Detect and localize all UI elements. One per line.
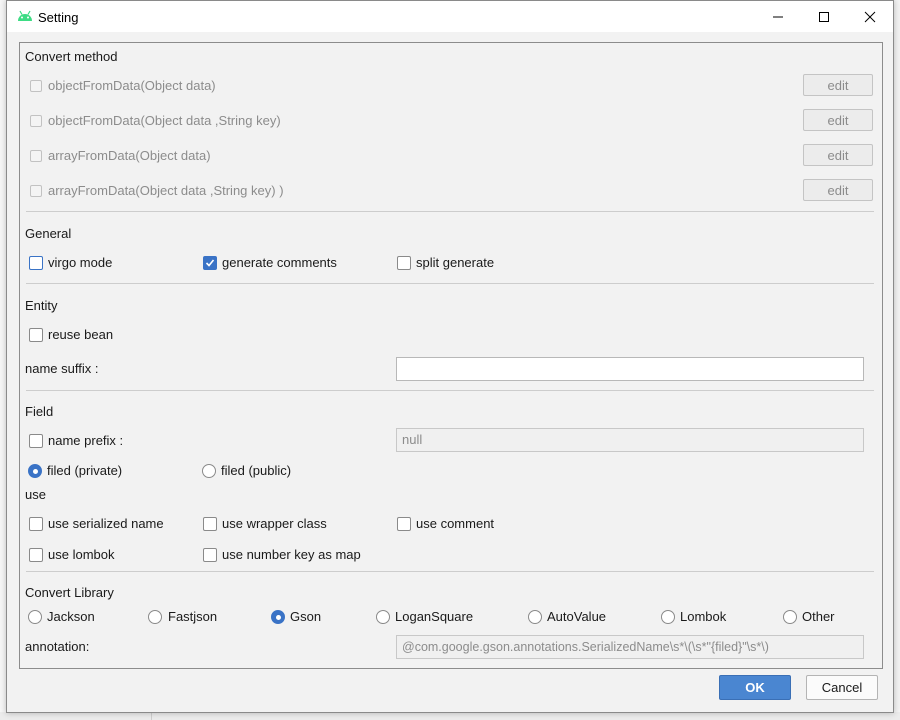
virgo-mode-checkbox[interactable] <box>29 256 43 270</box>
setting-dialog: Setting Convert method objectFromData(Ob… <box>6 0 894 713</box>
annotation-label: annotation: <box>25 639 90 654</box>
separator <box>26 211 874 212</box>
maximize-icon <box>819 11 829 22</box>
use-serialized-name-label: use serialized name <box>48 516 164 531</box>
array-from-data-checkbox[interactable] <box>30 150 42 162</box>
reuse-bean-checkbox[interactable] <box>29 328 43 342</box>
library-radio-gson[interactable] <box>271 610 285 624</box>
object-from-data-edit-button[interactable]: edit <box>803 74 873 96</box>
name-prefix-label: name prefix : <box>48 433 124 448</box>
virgo-mode-label: virgo mode <box>48 255 113 270</box>
use-number-key-as-map-checkbox[interactable] <box>203 548 217 562</box>
array-from-data-label: arrayFromData(Object data) <box>48 148 211 163</box>
generate-comments-label: generate comments <box>222 255 337 270</box>
background-divider <box>151 712 152 720</box>
field-heading: Field <box>25 404 54 419</box>
general-heading: General <box>25 226 72 241</box>
library-label-other: Other <box>802 609 835 624</box>
convert-library-heading: Convert Library <box>25 585 114 600</box>
use-serialized-name-checkbox[interactable] <box>29 517 43 531</box>
library-radio-fastjson[interactable] <box>148 610 162 624</box>
filed-private-radio[interactable] <box>28 464 42 478</box>
reuse-bean-label: reuse bean <box>48 327 114 342</box>
settings-panel: Convert method objectFromData(Object dat… <box>19 42 883 669</box>
object-from-data-label: objectFromData(Object data) <box>48 78 216 93</box>
annotation-input[interactable]: @com.google.gson.annotations.SerializedN… <box>396 635 864 659</box>
name-prefix-input[interactable]: null <box>396 428 864 452</box>
minimize-icon <box>773 16 783 17</box>
cancel-button[interactable]: Cancel <box>806 675 878 700</box>
array-from-data-edit-button[interactable]: edit <box>803 144 873 166</box>
use-wrapper-class-label: use wrapper class <box>222 516 327 531</box>
separator <box>26 571 874 572</box>
use-number-key-as-map-label: use number key as map <box>222 547 361 562</box>
use-lombok-label: use lombok <box>48 547 115 562</box>
object-from-data-checkbox[interactable] <box>30 80 42 92</box>
use-comment-checkbox[interactable] <box>397 517 411 531</box>
library-radio-lombok[interactable] <box>661 610 675 624</box>
window-title: Setting <box>38 10 79 25</box>
library-label-lombok: Lombok <box>680 609 727 624</box>
maximize-button[interactable] <box>801 1 847 32</box>
library-radio-other[interactable] <box>783 610 797 624</box>
array-from-data-key-label: arrayFromData(Object data ,String key) ) <box>48 183 284 198</box>
background-taskbar <box>0 712 900 720</box>
checkmark-icon <box>205 259 215 267</box>
close-button[interactable] <box>847 1 893 32</box>
object-from-data-key-label: objectFromData(Object data ,String key) <box>48 113 281 128</box>
library-label-fastjson: Fastjson <box>168 609 218 624</box>
separator <box>26 283 874 284</box>
close-icon <box>864 11 876 22</box>
array-from-data-key-edit-button[interactable]: edit <box>803 179 873 201</box>
ok-button[interactable]: OK <box>719 675 791 700</box>
library-label-gson: Gson <box>290 609 322 624</box>
name-suffix-label: name suffix : <box>25 361 99 376</box>
use-lombok-checkbox[interactable] <box>29 548 43 562</box>
use-heading: use <box>25 487 46 502</box>
name-suffix-input[interactable] <box>396 357 864 381</box>
library-label-jackson: Jackson <box>47 609 95 624</box>
android-icon <box>17 10 33 25</box>
name-prefix-checkbox[interactable] <box>29 434 43 448</box>
generate-comments-checkbox[interactable] <box>203 256 217 270</box>
library-radio-logansquare[interactable] <box>376 610 390 624</box>
convert-method-heading: Convert method <box>25 49 118 64</box>
split-generate-checkbox[interactable] <box>397 256 411 270</box>
filed-public-radio[interactable] <box>202 464 216 478</box>
filed-public-label: filed (public) <box>221 463 292 478</box>
filed-private-label: filed (private) <box>47 463 123 478</box>
title-bar[interactable]: Setting <box>7 1 893 32</box>
split-generate-label: split generate <box>416 255 495 270</box>
object-from-data-key-checkbox[interactable] <box>30 115 42 127</box>
use-wrapper-class-checkbox[interactable] <box>203 517 217 531</box>
object-from-data-key-edit-button[interactable]: edit <box>803 109 873 131</box>
library-label-autovalue: AutoValue <box>547 609 607 624</box>
separator <box>26 390 874 391</box>
minimize-button[interactable] <box>755 1 801 32</box>
library-label-logansquare: LoganSquare <box>395 609 474 624</box>
library-radio-autovalue[interactable] <box>528 610 542 624</box>
library-radio-jackson[interactable] <box>28 610 42 624</box>
use-comment-label: use comment <box>416 516 495 531</box>
entity-heading: Entity <box>25 298 58 313</box>
array-from-data-key-checkbox[interactable] <box>30 185 42 197</box>
